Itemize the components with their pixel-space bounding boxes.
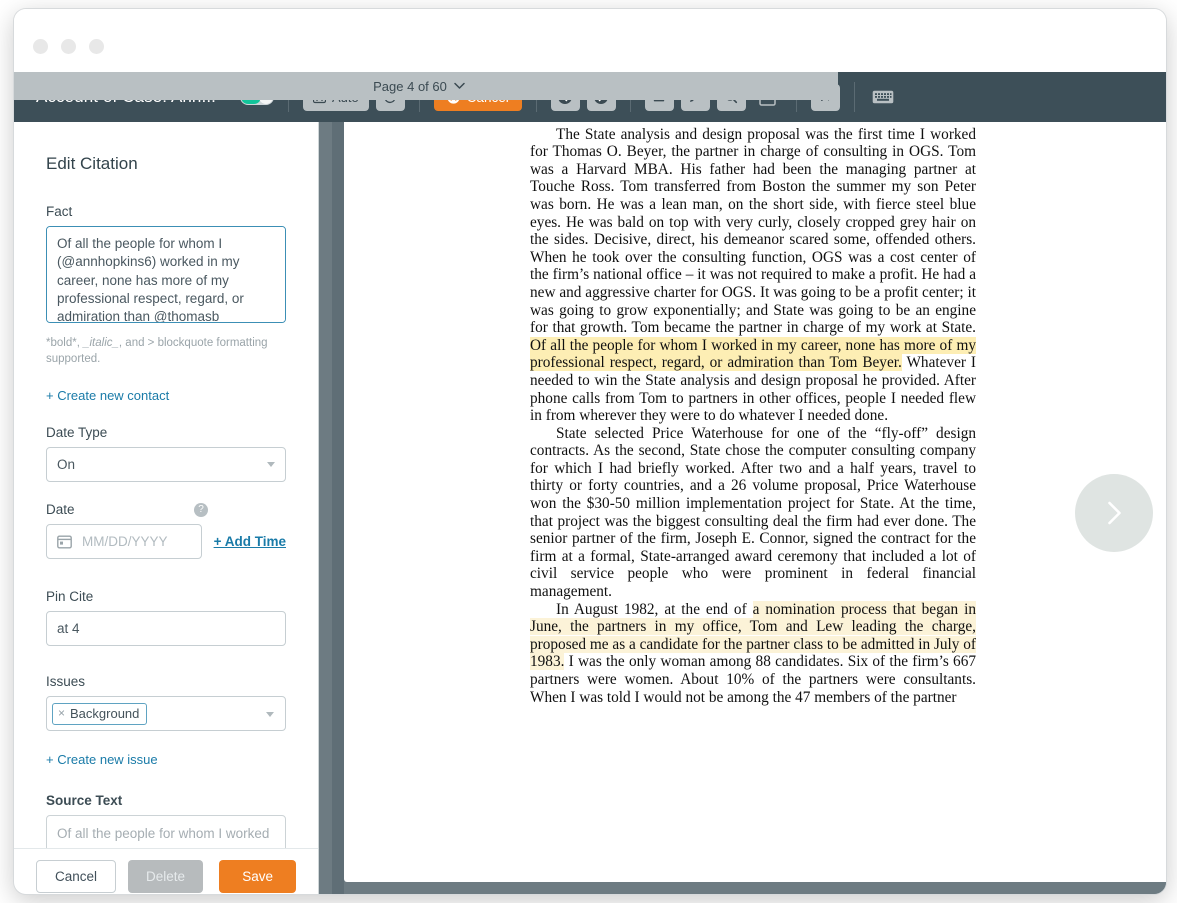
chevron-right-icon: [1099, 498, 1129, 528]
fact-label: Fact: [46, 204, 286, 219]
close-icon[interactable]: ×: [58, 706, 65, 720]
issues-multiselect[interactable]: × Background: [46, 696, 286, 731]
formatting-hint: *bold*, _italic_, and > blockquote forma…: [46, 335, 286, 367]
traffic-lights: [33, 39, 104, 54]
pin-cite-input[interactable]: [46, 611, 286, 646]
hint-italic: _italic_: [83, 337, 119, 349]
app-root: Account of Case: Ann... Auto: [0, 0, 1177, 903]
add-time-link[interactable]: + Add Time: [214, 534, 286, 549]
page-selector[interactable]: Page 4 of 60: [14, 72, 838, 100]
date-field: Date ? MM/DD/YYYY + Add Time: [46, 502, 286, 559]
fact-input[interactable]: [46, 226, 286, 323]
text-span: In August 1982, at the end of: [556, 601, 753, 618]
app-window: Account of Case: Ann... Auto: [14, 9, 1166, 894]
create-new-contact-link[interactable]: + Create new contact: [46, 388, 169, 403]
date-type-select-wrapper: [46, 447, 286, 482]
window-titlebar: [14, 9, 1166, 72]
date-row: MM/DD/YYYY + Add Time: [46, 524, 286, 559]
issue-tag-label: Background: [70, 706, 139, 721]
text-span: State selected Price Waterhouse for one …: [530, 425, 976, 600]
document-page: was a contract to build the lower aircra…: [344, 122, 1166, 882]
pin-cite-field: Pin Cite: [46, 589, 286, 646]
date-type-label: Date Type: [46, 425, 286, 440]
text-span: The State analysis and design proposal w…: [530, 126, 976, 337]
text-span: I was the only woman among 88 candidates…: [530, 653, 976, 705]
page-title: Edit Citation: [46, 154, 286, 174]
date-type-field: Date Type: [46, 425, 286, 482]
source-text-label: Source Text: [46, 793, 286, 808]
date-label-row: Date ?: [46, 502, 286, 517]
maximize-window-button[interactable]: [89, 39, 104, 54]
page-selector-label: Page 4 of 60: [373, 79, 447, 94]
help-circle-icon[interactable]: ?: [194, 503, 208, 517]
create-new-issue-link[interactable]: + Create new issue: [46, 752, 158, 767]
date-placeholder: MM/DD/YYYY: [82, 534, 168, 549]
calendar-icon: [57, 534, 72, 549]
app-body: Edit Citation Fact *bold*, _italic_, and…: [14, 122, 1166, 894]
minimize-window-button[interactable]: [61, 39, 76, 54]
chevron-down-icon: [266, 712, 274, 717]
hint-prefix: *bold*,: [46, 337, 83, 349]
page-top-clip: [344, 122, 1166, 126]
edit-citation-sidebar: Edit Citation Fact *bold*, _italic_, and…: [14, 122, 319, 894]
issues-field: Issues × Background: [46, 674, 286, 731]
delete-button[interactable]: Delete: [128, 860, 203, 893]
pin-cite-label: Pin Cite: [46, 589, 286, 604]
document-viewer[interactable]: was a contract to build the lower aircra…: [344, 122, 1166, 894]
document-paragraph: The State analysis and design proposal w…: [530, 126, 976, 425]
document-text: was a contract to build the lower aircra…: [530, 122, 976, 706]
toolbar-divider-6: [854, 82, 855, 112]
issue-tag[interactable]: × Background: [52, 703, 147, 725]
date-input[interactable]: MM/DD/YYYY: [46, 524, 202, 559]
date-type-select[interactable]: [46, 447, 286, 482]
sidebar-resizer[interactable]: [332, 122, 344, 894]
issues-label: Issues: [46, 674, 286, 689]
keyboard-icon: [872, 89, 894, 105]
toolbar-group-pagination: Page 4 of 60: [551, 84, 616, 111]
close-window-button[interactable]: [33, 39, 48, 54]
document-paragraph: State selected Price Waterhouse for one …: [530, 425, 976, 601]
chevron-down-icon: [454, 82, 465, 90]
cancel-button[interactable]: Cancel: [36, 860, 116, 893]
save-button[interactable]: Save: [219, 860, 296, 893]
chevron-down-icon: [267, 462, 275, 467]
fact-field: Fact *bold*, _italic_, and > blockquote …: [46, 204, 286, 367]
date-label: Date: [46, 502, 75, 517]
sidebar-footer: Cancel Delete Save: [14, 848, 318, 894]
app-toolbar: Account of Case: Ann... Auto: [14, 72, 1166, 122]
sidebar-scroll-area[interactable]: Edit Citation Fact *bold*, _italic_, and…: [14, 122, 318, 848]
keyboard-shortcuts-button[interactable]: [869, 84, 898, 111]
viewer-next-page-button[interactable]: [1075, 474, 1153, 552]
document-paragraph: In August 1982, at the end of a nominati…: [530, 601, 976, 707]
